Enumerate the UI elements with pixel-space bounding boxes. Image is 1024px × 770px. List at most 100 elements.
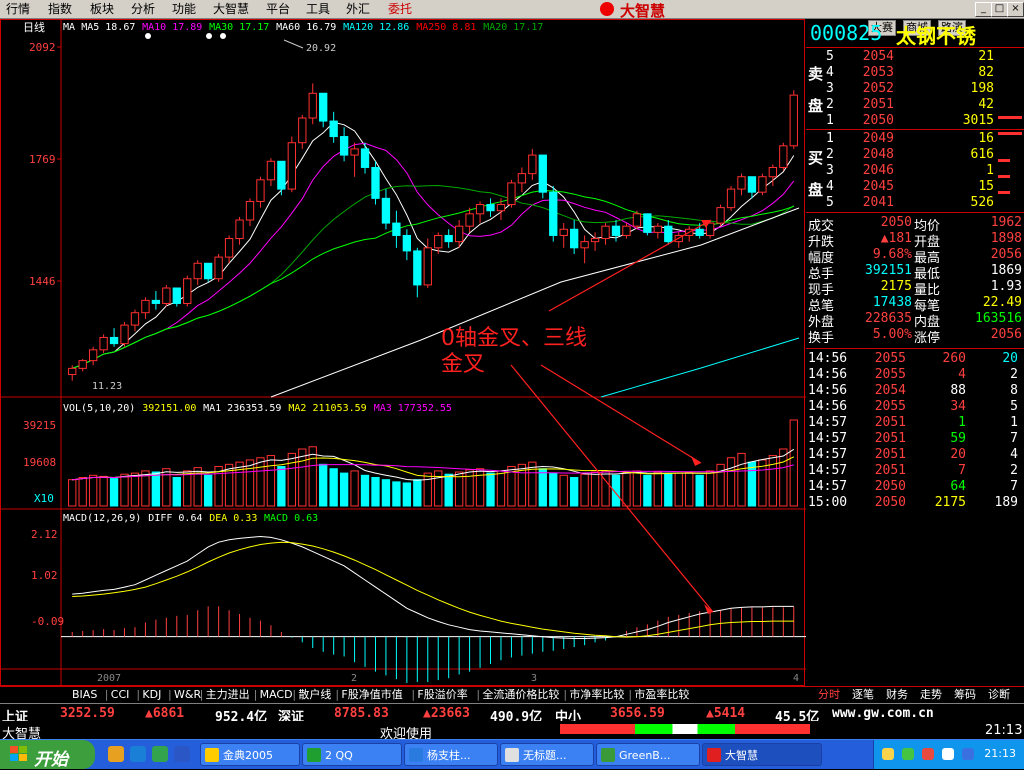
index-value: 3656.59 [610,706,665,721]
ask-volume: 3015 [962,113,994,128]
taskbar-button[interactable]: GreenB... [596,743,700,766]
candle-body [381,197,391,224]
tray-icon[interactable] [902,748,914,760]
stat-value: 9.68% [872,247,912,262]
volume-bar [622,472,631,507]
indicator-tab[interactable]: W&R [174,688,201,702]
chart-area[interactable]: 日线 MA MA5 18.67 MA10 17.89 MA30 17.17 MA60 1… [0,19,806,687]
level-number: 3 [826,163,834,178]
start-button[interactable]: 开始 [0,740,95,770]
indicator-tab[interactable]: BIAS [72,688,97,702]
quote-view-tab[interactable]: 诊断 [988,688,1010,702]
minimize-button[interactable]: _ [975,2,992,17]
close-button[interactable]: × [1007,2,1024,17]
stat-value: 2175 [880,279,912,294]
candle-body [151,299,161,304]
indicator-tab[interactable]: F股溢价率 [417,688,467,702]
indicator-tab[interactable]: F股净值市值 [341,688,402,702]
bid-row[interactable]: 3 2046 1 [806,163,1024,179]
taskbar-button[interactable]: 无标题... [500,743,594,766]
candle-body [298,117,307,144]
kline-chart[interactable]: 日线 MA MA5 18.67 MA10 17.89 MA30 17.17 MA60 1… [1,20,806,687]
tray-icon[interactable] [882,748,894,760]
bid-row[interactable]: 1 2049 16 [806,131,1024,147]
quick-launch-icon[interactable] [152,746,168,762]
quick-launch-icon[interactable] [108,746,124,762]
indicator-tab[interactable]: 主力进出 [206,688,250,702]
indicator-tab[interactable]: 市盈率比较 [634,688,689,702]
menu-item-platform[interactable]: 平台 [266,2,290,16]
taskbar-button[interactable]: 2 QQ [302,743,402,766]
level-number: 3 [826,81,834,96]
legend-item: MA [63,22,75,33]
tray-icon[interactable] [942,748,954,760]
taskbar-button[interactable]: 杨支柱... [404,743,498,766]
taskbar-button-label: GreenB... [619,749,671,762]
ie-icon[interactable] [130,746,146,762]
indicator-tab[interactable]: KDJ [142,688,161,702]
taskbar-button[interactable]: 大智慧 [702,743,822,766]
quote-view-tab[interactable]: 分时 [818,688,840,702]
tab-divider: | [253,688,258,701]
indicator-tab[interactable]: CCI [111,688,130,702]
tray-icon[interactable] [922,748,934,760]
x-label-apr: 4 [793,673,799,684]
tray-icon[interactable] [962,748,974,760]
menu-item-tools[interactable]: 工具 [306,2,330,16]
menu-item-analysis[interactable]: 分析 [131,2,155,16]
legend-item: VOL(5,10,20) [63,403,135,414]
ask-row[interactable]: 4 2053 82 [806,65,1024,81]
tab-divider: | [292,688,297,701]
ask-row[interactable]: 3 2052 198 [806,81,1024,97]
volume-bar [737,452,746,507]
indicator-tab[interactable]: 全流通价格比较 [482,688,559,702]
stat-row: 总笔 17438 每笔 22.49 [806,295,1024,314]
bid-row[interactable]: 4 2045 15 [806,179,1024,195]
menu-item-functions[interactable]: 功能 [172,2,196,16]
candle-body [622,225,631,236]
candle-body [454,225,464,243]
menu-item-dzh[interactable]: 大智慧 [213,2,249,16]
volume-bars [68,419,798,507]
ask-row[interactable]: 2 2051 42 [806,97,1024,113]
indicator-tab[interactable]: 市净率比较 [569,688,624,702]
candle-body [277,160,286,190]
legend-item: MA20 17.17 [483,22,543,33]
period-label[interactable]: 日线 [23,20,45,34]
menu-item-sectors[interactable]: 板块 [90,2,114,16]
menu-item-quotes[interactable]: 行情 [6,2,30,16]
legend-item: MA5 18.67 [81,22,135,33]
bid-row[interactable]: 2 2048 616 [806,147,1024,163]
bid-side-label: 盘 [808,181,824,199]
indicator-tab[interactable]: 散户线 [298,688,331,702]
ask-row[interactable]: 1 2050 3015 [806,113,1024,129]
candle-body [339,136,349,156]
indicator-tab[interactable]: MACD [260,688,293,702]
quote-view-tab[interactable]: 财务 [886,688,908,702]
quote-view-tab[interactable]: 逐笔 [852,688,874,702]
volume-bar [298,448,307,507]
price-tick-high: 2092 [29,41,56,54]
level-number: 1 [826,131,834,146]
ask-row[interactable]: 5 2054 21 [806,49,1024,65]
candle-body [590,238,600,243]
desktop-icon[interactable] [174,746,190,762]
tick-time: 15:00 [808,495,848,510]
maximize-button[interactable]: □ [991,2,1008,17]
stock-header: 000825 太钢不锈 [806,19,1024,48]
tick-volume: 88 [950,383,966,398]
menu-item-index[interactable]: 指数 [48,2,72,16]
volume-bar [465,469,474,507]
menu-item-forex[interactable]: 外汇 [346,2,370,16]
taskbar-button[interactable]: 金典2005 [200,743,300,766]
stat-value: 2050 [880,215,912,230]
legend-item: MACD(12,26,9) [63,513,141,524]
volume-bar [632,470,642,507]
menu-item-trade[interactable]: 委托 [388,2,412,16]
quote-view-tab[interactable]: 走势 [920,688,942,702]
bid-row[interactable]: 5 2041 526 [806,195,1024,211]
candle-body [423,247,432,286]
bid-price: 2045 [862,179,894,194]
quote-view-tab[interactable]: 筹码 [954,688,976,702]
stat-value: 5.00% [872,327,912,342]
